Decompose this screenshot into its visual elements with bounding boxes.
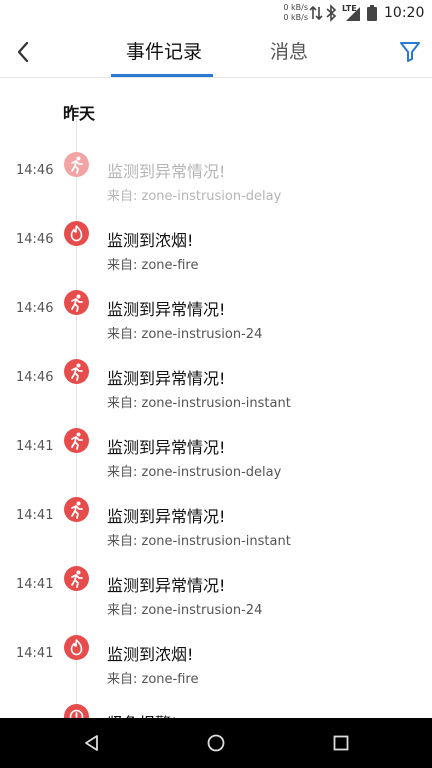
event-title: 监测到异常情况! bbox=[107, 507, 226, 526]
bluetooth-icon bbox=[326, 4, 337, 22]
event-time: 14:41 bbox=[16, 439, 54, 454]
day-header: 昨天 bbox=[63, 104, 96, 123]
tab-messages[interactable]: 消息 bbox=[270, 40, 308, 64]
intruder-running-icon bbox=[64, 428, 89, 453]
event-title: 监测到异常情况! bbox=[107, 300, 226, 319]
event-time: 14:41 bbox=[16, 508, 54, 523]
event-source: 来自: zone-instrusion-delay bbox=[107, 189, 282, 204]
event-title: 监测到浓烟! bbox=[107, 231, 194, 250]
filter-icon[interactable] bbox=[397, 38, 423, 64]
signal-icon bbox=[346, 7, 360, 21]
fire-icon bbox=[64, 635, 89, 660]
status-bar: 0 kB/s 0 kB/s LTE 10:20 bbox=[0, 0, 432, 26]
net-speed-up: 0 kB/s bbox=[283, 3, 308, 12]
event-time: 14:41 bbox=[16, 646, 54, 661]
event-title: 监测到异常情况! bbox=[107, 162, 226, 181]
nav-home-icon[interactable] bbox=[206, 733, 226, 753]
nav-back-icon[interactable] bbox=[82, 733, 102, 753]
battery-icon bbox=[367, 5, 377, 21]
event-title: 监测到异常情况! bbox=[107, 369, 226, 388]
event-item[interactable]: 14:41 监测到异常情况! 来自: zone-instrusion-insta… bbox=[0, 497, 432, 566]
intruder-running-icon bbox=[64, 359, 89, 384]
intruder-running-icon bbox=[64, 290, 89, 315]
back-arrow-icon[interactable] bbox=[10, 38, 38, 66]
event-title: 监测到异常情况! bbox=[107, 438, 226, 457]
event-time: 14:46 bbox=[16, 163, 54, 178]
event-item[interactable]: 14:46 监测到浓烟! 来自: zone-fire bbox=[0, 221, 432, 290]
emergency-alarm-icon bbox=[64, 704, 89, 718]
event-title: 监测到异常情况! bbox=[107, 576, 226, 595]
event-title: 监测到浓烟! bbox=[107, 645, 194, 664]
active-tab-indicator bbox=[111, 74, 213, 77]
event-item[interactable]: 紧急报警! bbox=[0, 704, 432, 718]
event-time: 14:46 bbox=[16, 370, 54, 385]
event-source: 来自: zone-instrusion-24 bbox=[107, 603, 263, 618]
event-item[interactable]: 14:46 监测到异常情况! 来自: zone-instrusion-insta… bbox=[0, 359, 432, 428]
data-arrows-icon bbox=[309, 5, 323, 21]
event-list[interactable]: 昨天 14:46 监测到异常情况! 来自: zone-instrusion-de… bbox=[0, 78, 432, 718]
intruder-running-icon bbox=[64, 497, 89, 522]
app-header: 事件记录 消息 bbox=[0, 26, 432, 78]
event-item[interactable]: 14:41 监测到异常情况! 来自: zone-instrusion-delay bbox=[0, 428, 432, 497]
event-source: 来自: zone-instrusion-delay bbox=[107, 465, 282, 480]
event-time: 14:41 bbox=[16, 577, 54, 592]
event-source: 来自: zone-instrusion-instant bbox=[107, 534, 291, 549]
event-item[interactable]: 14:41 监测到异常情况! 来自: zone-instrusion-24 bbox=[0, 566, 432, 635]
event-time: 14:46 bbox=[16, 232, 54, 247]
intruder-running-icon bbox=[64, 566, 89, 591]
tab-event-records[interactable]: 事件记录 bbox=[126, 40, 202, 64]
event-item[interactable]: 14:41 监测到浓烟! 来自: zone-fire bbox=[0, 635, 432, 704]
event-time: 14:46 bbox=[16, 301, 54, 316]
event-source: 来自: zone-instrusion-24 bbox=[107, 327, 263, 342]
fire-icon bbox=[64, 221, 89, 246]
event-source: 来自: zone-fire bbox=[107, 258, 199, 273]
event-source: 来自: zone-fire bbox=[107, 672, 199, 687]
event-item[interactable]: 14:46 监测到异常情况! 来自: zone-instrusion-delay bbox=[0, 152, 432, 221]
net-speed-down: 0 kB/s bbox=[283, 13, 308, 22]
event-source: 来自: zone-instrusion-instant bbox=[107, 396, 291, 411]
nav-recents-icon[interactable] bbox=[331, 733, 351, 753]
navigation-bar bbox=[0, 718, 432, 768]
status-time: 10:20 bbox=[384, 5, 425, 21]
event-item[interactable]: 14:46 监测到异常情况! 来自: zone-instrusion-24 bbox=[0, 290, 432, 359]
network-speed: 0 kB/s 0 kB/s bbox=[278, 3, 308, 23]
intruder-running-icon bbox=[64, 152, 89, 177]
event-title: 紧急报警! bbox=[107, 710, 177, 718]
